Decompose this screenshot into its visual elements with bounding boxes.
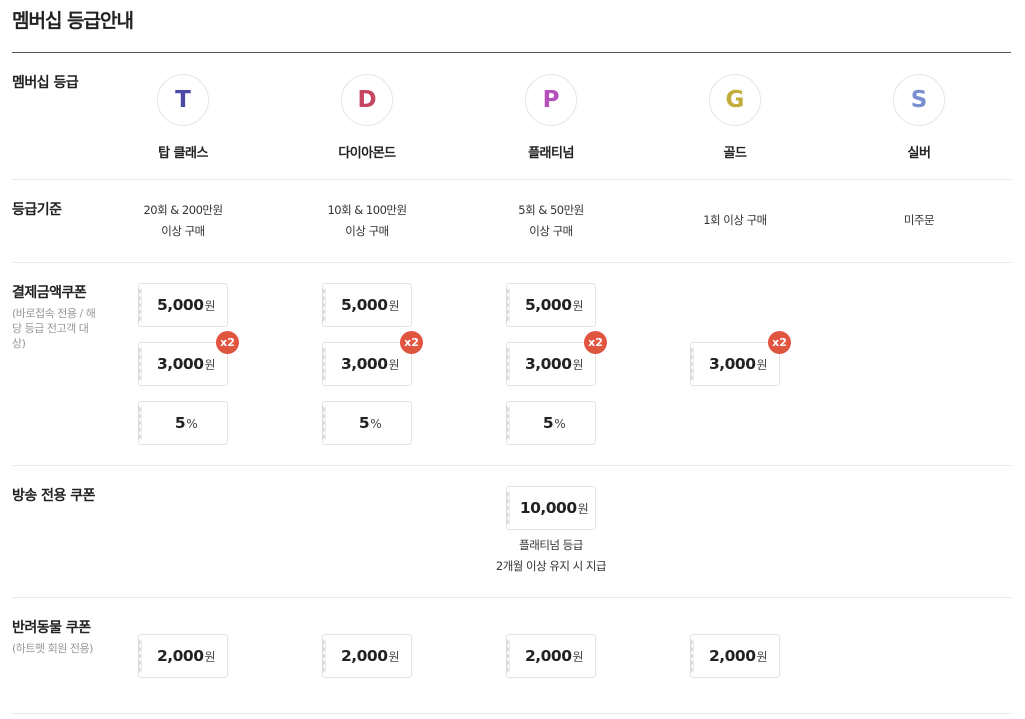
payment-coupon-row-label: 결제금액쿠폰 (바로접속 전용 / 해당 등급 전고객 대상)	[12, 285, 100, 351]
coupon-card: 10,000원	[506, 486, 596, 530]
pet-coupon-row-label: 반려동물 쿠폰 (하트펫 회원 전용)	[12, 620, 100, 656]
criteria-line: 1회 이상 구매	[703, 213, 767, 227]
multiplier-badge: x2	[400, 331, 423, 354]
coupon-card: 5,000원	[138, 283, 228, 327]
coupon-amount: 3,000원	[708, 355, 768, 373]
criteria-line: 5회 & 50만원	[518, 203, 584, 217]
grade-d-icon: D	[341, 74, 393, 126]
grade-top-class: T 탑 클래스	[108, 74, 258, 161]
coupon-amount: 3,000원	[524, 355, 584, 373]
grade-platinum: P 플래티넘	[476, 74, 626, 161]
criteria-line: 미주문	[903, 213, 935, 227]
coupon-amount: 10,000원	[519, 499, 589, 517]
pet-coupon-title: 반려동물 쿠폰	[12, 620, 91, 636]
coupon-card: 5%	[138, 401, 228, 445]
multiplier-badge: x2	[584, 331, 607, 354]
note-line: 2개월 이상 유지 시 지급	[495, 559, 607, 573]
coupon-card: 3,000원 x2	[322, 331, 423, 386]
coupon-card: 3,000원 x2	[138, 331, 239, 386]
criteria-line: 이상 구매	[345, 224, 389, 238]
row-divider	[12, 713, 1011, 714]
criteria-line: 이상 구매	[529, 224, 573, 238]
coupon-card: 2,000원	[506, 634, 596, 678]
shipping-coupon-note: 플래티넘 등급 2개월 이상 유지 시 지급	[476, 535, 626, 577]
coupon-amount: 5%	[174, 414, 198, 432]
criteria-gold: 1회 이상 구매	[660, 210, 810, 231]
coupon-amount: 2,000원	[156, 647, 216, 665]
coupon-card: 3,000원 x2	[690, 331, 791, 386]
criteria-line: 20회 & 200만원	[143, 203, 223, 217]
grade-p-icon: P	[525, 74, 577, 126]
coupon-amount: 5,000원	[524, 296, 584, 314]
coupon-amount: 2,000원	[340, 647, 400, 665]
coupon-amount: 2,000원	[708, 647, 768, 665]
coupon-amount: 5%	[358, 414, 382, 432]
criteria-line: 10회 & 100만원	[327, 203, 407, 217]
grade-diamond: D 다이아몬드	[292, 74, 442, 161]
title-divider	[12, 52, 1011, 53]
grade-name: 플래티넘	[528, 146, 574, 161]
grade-gold: G 골드	[660, 74, 810, 161]
coupon-card: 2,000원	[138, 634, 228, 678]
pet-coupon-note: (하트펫 회원 전용)	[12, 642, 93, 655]
grade-row-label: 멤버십 등급	[12, 75, 79, 91]
coupon-card: 5,000원	[506, 283, 596, 327]
grade-silver: S 실버	[844, 74, 994, 161]
coupon-card: 5,000원	[322, 283, 412, 327]
grade-g-icon: G	[709, 74, 761, 126]
coupon-amount: 5%	[542, 414, 566, 432]
row-divider	[12, 597, 1011, 598]
grade-name: 다이아몬드	[338, 146, 396, 161]
criteria-top-class: 20회 & 200만원 이상 구매	[108, 200, 258, 242]
coupon-card: 3,000원 x2	[506, 331, 607, 386]
criteria-platinum: 5회 & 50만원 이상 구매	[476, 200, 626, 242]
row-divider	[12, 179, 1011, 180]
multiplier-badge: x2	[768, 331, 791, 354]
grade-s-icon: S	[893, 74, 945, 126]
criteria-line: 이상 구매	[161, 224, 205, 238]
coupon-amount: 5,000원	[340, 296, 400, 314]
criteria-row-label: 등급기준	[12, 202, 62, 218]
shipping-coupon-row-label: 방송 전용 쿠폰	[12, 488, 96, 504]
grade-name: 실버	[907, 146, 931, 161]
note-line: 플래티넘 등급	[519, 538, 583, 552]
coupon-amount: 5,000원	[156, 296, 216, 314]
criteria-silver: 미주문	[844, 210, 994, 231]
multiplier-badge: x2	[216, 331, 239, 354]
page-title: 멤버십 등급안내	[12, 10, 134, 32]
grade-name: 탑 클래스	[158, 146, 208, 161]
coupon-amount: 3,000원	[156, 355, 216, 373]
coupon-card: 5%	[506, 401, 596, 445]
coupon-amount: 3,000원	[340, 355, 400, 373]
payment-coupon-note: (바로접속 전용 / 해당 등급 전고객 대상)	[12, 307, 96, 350]
payment-coupon-title: 결제금액쿠폰	[12, 285, 87, 301]
coupon-card: 5%	[322, 401, 412, 445]
coupon-card: 2,000원	[690, 634, 780, 678]
grade-t-icon: T	[157, 74, 209, 126]
criteria-diamond: 10회 & 100만원 이상 구매	[292, 200, 442, 242]
coupon-amount: 2,000원	[524, 647, 584, 665]
grade-name: 골드	[723, 146, 747, 161]
row-divider	[12, 465, 1011, 466]
row-divider	[12, 262, 1011, 263]
coupon-card: 2,000원	[322, 634, 412, 678]
